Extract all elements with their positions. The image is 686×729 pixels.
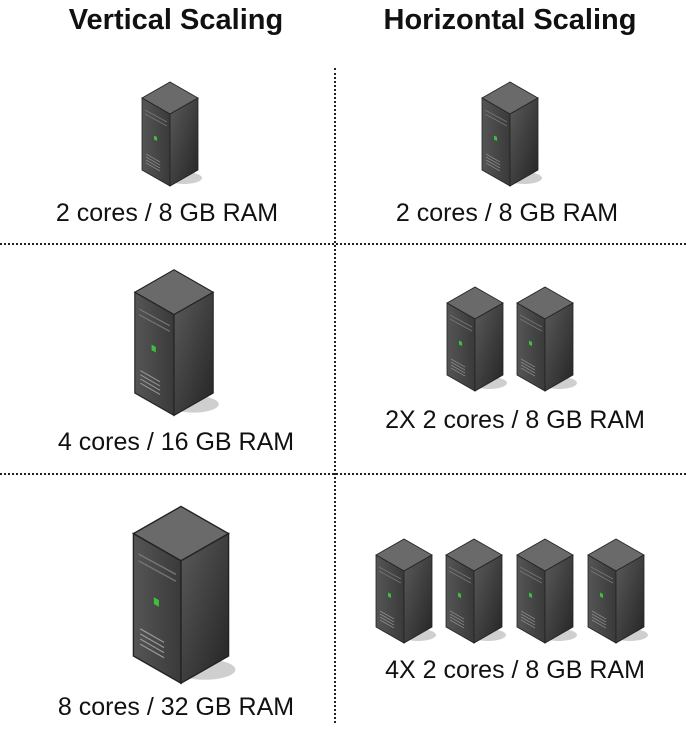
- horizontal-server-3d-icon: [587, 538, 648, 644]
- horizontal-server-2a-icon: [446, 286, 507, 392]
- horizontal-server-2b-icon: [516, 286, 577, 392]
- column-divider: [334, 68, 336, 723]
- vertical-tier-3-label: 8 cores / 32 GB RAM: [57, 693, 295, 721]
- horizontal-server-3b-icon: [445, 538, 506, 644]
- horizontal-tier-3-label: 4X 2 cores / 8 GB RAM: [385, 656, 645, 684]
- vertical-server-1-icon: [141, 81, 202, 187]
- horizontal-server-3a-icon: [375, 538, 436, 644]
- vertical-server-3-icon: [132, 505, 236, 685]
- horizontal-tier-1-label: 2 cores / 8 GB RAM: [395, 199, 619, 227]
- vertical-scaling-heading: Vertical Scaling: [68, 4, 284, 36]
- horizontal-server-1-icon: [481, 81, 542, 187]
- vertical-server-2-icon: [133, 269, 219, 417]
- row-divider: [0, 243, 686, 245]
- row-divider: [0, 473, 686, 475]
- vertical-tier-1-label: 2 cores / 8 GB RAM: [55, 199, 279, 227]
- horizontal-server-3c-icon: [516, 538, 577, 644]
- horizontal-tier-2-label: 2X 2 cores / 8 GB RAM: [385, 406, 645, 434]
- vertical-tier-2-label: 4 cores / 16 GB RAM: [57, 428, 295, 456]
- horizontal-scaling-heading: Horizontal Scaling: [383, 4, 637, 36]
